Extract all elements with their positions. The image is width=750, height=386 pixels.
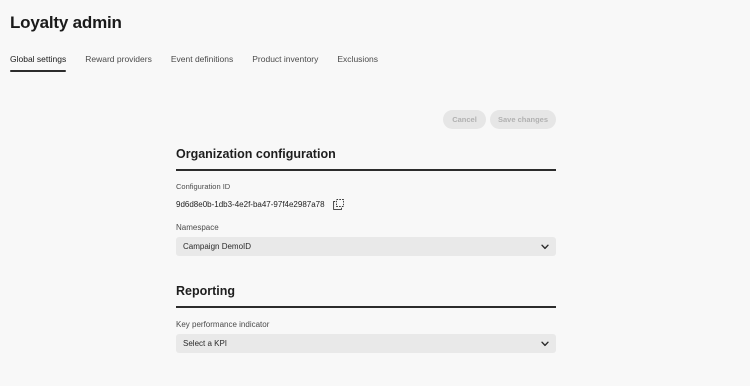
tab-global-settings[interactable]: Global settings xyxy=(10,54,67,72)
loyalty-admin-page: Loyalty admin Global settings Reward pro… xyxy=(0,0,750,386)
kpi-placeholder: Select a KPI xyxy=(183,339,228,348)
config-id-value: 9d6d8e0b-1db3-4e2f-ba47-97f4e2987a78 xyxy=(176,200,325,209)
cancel-button[interactable]: Cancel xyxy=(443,110,486,129)
config-id-label: Configuration ID xyxy=(176,182,231,191)
chevron-down-icon xyxy=(540,242,549,251)
reporting-title: Reporting xyxy=(176,284,236,298)
tab-event-definitions[interactable]: Event definitions xyxy=(171,54,233,72)
namespace-label: Namespace xyxy=(176,223,219,232)
save-changes-button[interactable]: Save changes xyxy=(490,110,556,129)
copy-icon[interactable] xyxy=(332,199,344,210)
tab-bar: Global settings Reward providers Event d… xyxy=(10,54,397,72)
kpi-label: Key performance indicator xyxy=(176,320,270,329)
chevron-down-icon xyxy=(540,339,549,348)
tab-exclusions[interactable]: Exclusions xyxy=(337,54,378,72)
tab-reward-providers[interactable]: Reward providers xyxy=(85,54,152,72)
config-id-row: 9d6d8e0b-1db3-4e2f-ba47-97f4e2987a78 xyxy=(176,199,344,210)
page-title: Loyalty admin xyxy=(10,13,122,32)
tab-product-inventory[interactable]: Product inventory xyxy=(252,54,318,72)
reporting-divider xyxy=(176,306,556,308)
kpi-select[interactable]: Select a KPI xyxy=(176,334,556,353)
namespace-value: Campaign DemoID xyxy=(183,242,252,251)
namespace-select[interactable]: Campaign DemoID xyxy=(176,237,556,256)
org-config-title: Organization configuration xyxy=(176,147,336,161)
org-config-divider xyxy=(176,169,556,171)
